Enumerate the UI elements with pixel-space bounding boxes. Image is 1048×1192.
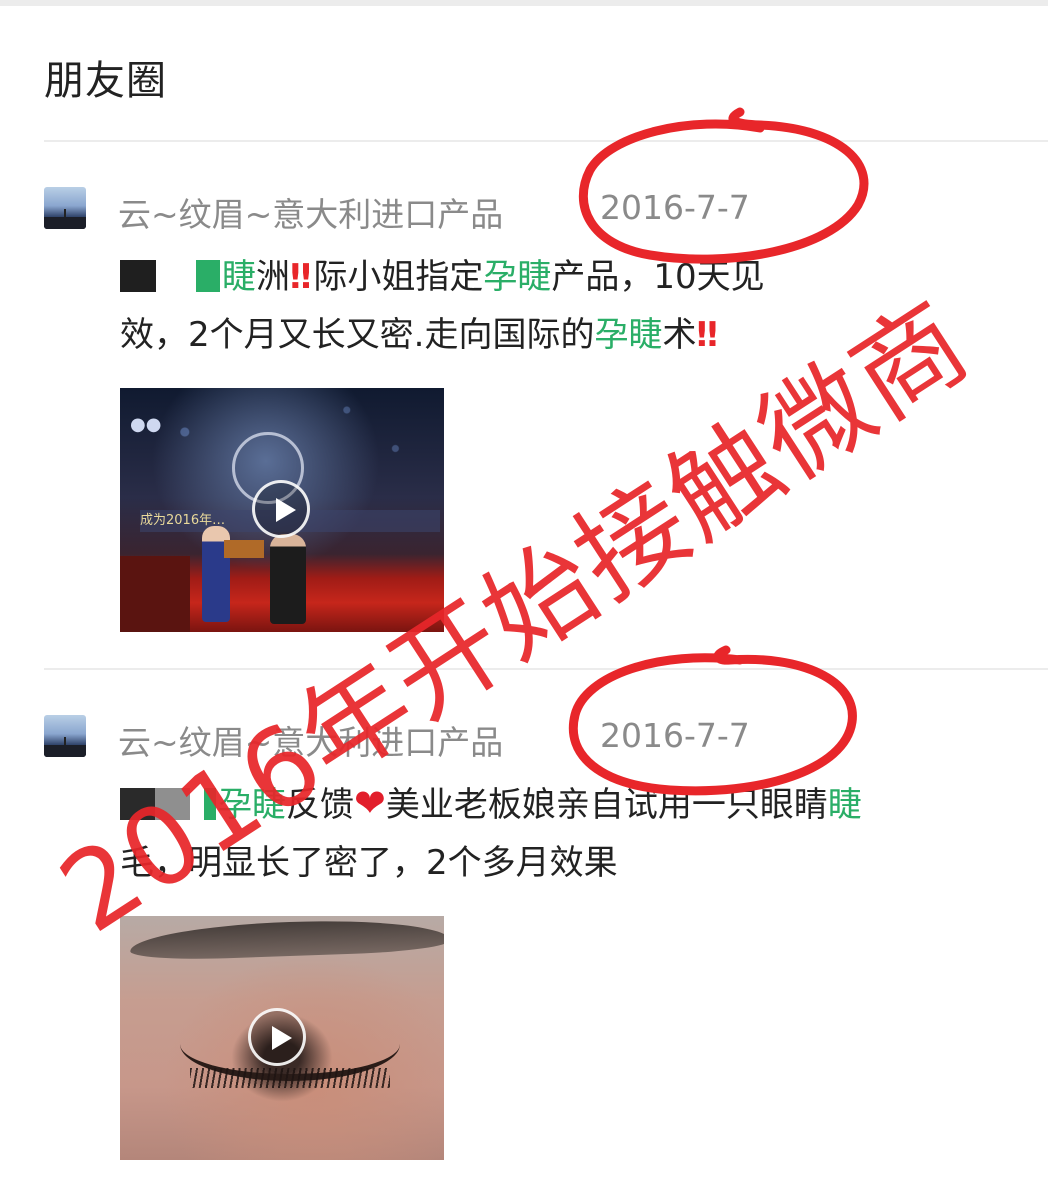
redacted-block — [120, 260, 156, 292]
text-span: 术 — [662, 315, 697, 355]
circle-annotation — [578, 107, 869, 264]
play-icon[interactable] — [248, 1008, 306, 1066]
logo-icon: ●● — [130, 414, 162, 435]
keyword-highlight[interactable]: 孕睫 — [594, 315, 662, 355]
post-date: 2016-7-7 — [600, 188, 750, 227]
keyword-highlight[interactable]: 孕睫 — [483, 257, 551, 297]
divider — [44, 140, 1048, 142]
avatar[interactable] — [44, 187, 86, 229]
double-exclamation-icon: ‼ — [290, 257, 311, 297]
avatar[interactable] — [44, 715, 86, 757]
double-exclamation-icon: ‼ — [696, 315, 717, 355]
top-strip — [0, 0, 1048, 6]
text-span: 美业老板娘亲自试用一只眼睛 — [385, 785, 828, 825]
text-span: 际小姐指定 — [313, 257, 484, 297]
page-title: 朋友圈 — [44, 58, 167, 104]
text-span: 洲 — [256, 257, 290, 297]
keyword-highlight[interactable]: 睫 — [828, 785, 862, 825]
video-thumbnail[interactable] — [120, 916, 444, 1160]
redacted-block — [196, 260, 220, 292]
play-icon[interactable] — [252, 480, 310, 538]
keyword-highlight[interactable]: 睫 — [222, 257, 256, 297]
text-span: 产品，10天见 — [551, 257, 765, 297]
text-span: 效，2个月又长又密.走向国际的 — [120, 315, 595, 355]
post-author[interactable]: 云~纹眉~意大利进口产品 — [118, 188, 503, 236]
post-date: 2016-7-7 — [600, 716, 750, 755]
